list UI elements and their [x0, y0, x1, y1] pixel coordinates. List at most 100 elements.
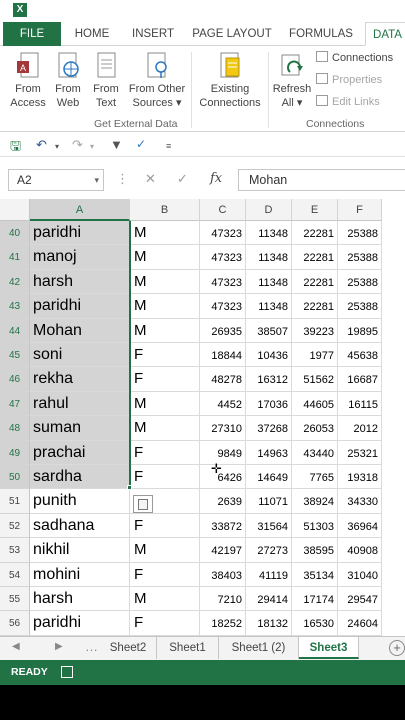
value-cell-c[interactable]: 33872 — [200, 513, 246, 539]
sheet-tab-sheet3[interactable]: Sheet3 — [299, 637, 359, 659]
value-cell-d[interactable]: 11348 — [246, 221, 292, 246]
from-web-button[interactable]: From Web — [51, 52, 85, 110]
value-cell-c[interactable]: 47323 — [200, 294, 246, 319]
name-cell[interactable]: paridhi — [30, 294, 130, 319]
value-cell-e[interactable]: 22281 — [292, 221, 338, 246]
edit-links-button[interactable]: Edit Links — [316, 94, 380, 110]
value-cell-e[interactable]: 38924 — [292, 489, 338, 514]
value-cell-f[interactable]: 25388 — [338, 294, 382, 319]
save-icon[interactable]: 🖫 — [10, 137, 21, 159]
undo-dropdown-icon[interactable]: ▾ — [55, 142, 59, 151]
name-cell[interactable]: Mohan — [30, 318, 130, 343]
value-cell-d[interactable]: 11348 — [246, 245, 292, 270]
value-cell-f[interactable]: 25388 — [338, 245, 382, 270]
gender-cell[interactable]: M — [130, 538, 200, 563]
tab-insert[interactable]: INSERT — [127, 22, 179, 46]
value-cell-c[interactable]: 27310 — [200, 416, 246, 441]
value-cell-f[interactable]: 16687 — [338, 367, 382, 392]
name-cell[interactable]: sardha — [30, 465, 130, 490]
value-cell-d[interactable]: 27273 — [246, 538, 292, 563]
value-cell-d[interactable]: 17036 — [246, 391, 292, 417]
value-cell-d[interactable]: 14649 — [246, 465, 292, 490]
row-number[interactable]: 52 — [0, 513, 30, 539]
tab-data[interactable]: DATA — [365, 22, 405, 46]
value-cell-c[interactable]: 4452 — [200, 391, 246, 417]
value-cell-f[interactable]: 16115 — [338, 391, 382, 417]
row-number[interactable]: 46 — [0, 367, 30, 392]
gender-cell[interactable]: M — [130, 269, 200, 295]
value-cell-f[interactable]: 29547 — [338, 587, 382, 612]
fill-handle[interactable] — [127, 485, 132, 490]
row-number[interactable]: 50 — [0, 465, 30, 490]
value-cell-e[interactable]: 35134 — [292, 562, 338, 587]
value-cell-d[interactable]: 11348 — [246, 294, 292, 319]
value-cell-f[interactable]: 40908 — [338, 538, 382, 563]
value-cell-e[interactable]: 39223 — [292, 318, 338, 343]
value-cell-d[interactable]: 29414 — [246, 587, 292, 612]
row-number[interactable]: 41 — [0, 245, 30, 270]
value-cell-f[interactable]: 45638 — [338, 343, 382, 368]
gender-cell[interactable]: F — [130, 465, 200, 490]
name-cell[interactable]: rahul — [30, 391, 130, 417]
value-cell-d[interactable]: 11071 — [246, 489, 292, 514]
value-cell-f[interactable]: 25321 — [338, 440, 382, 465]
value-cell-f[interactable]: 2012 — [338, 416, 382, 441]
value-cell-d[interactable]: 10436 — [246, 343, 292, 368]
value-cell-f[interactable]: 24604 — [338, 611, 382, 636]
value-cell-e[interactable]: 43440 — [292, 440, 338, 465]
row-number[interactable]: 56 — [0, 611, 30, 636]
value-cell-e[interactable]: 51562 — [292, 367, 338, 392]
cancel-icon[interactable]: ✕ — [145, 171, 156, 187]
gender-cell[interactable]: F — [130, 343, 200, 368]
value-cell-d[interactable]: 37268 — [246, 416, 292, 441]
formula-input[interactable]: Mohan — [238, 169, 405, 191]
gender-cell[interactable]: F — [130, 367, 200, 392]
connections-button[interactable]: Connections — [316, 50, 393, 66]
value-cell-f[interactable]: 19895 — [338, 318, 382, 343]
column-header-f[interactable]: F — [338, 199, 382, 221]
value-cell-c[interactable]: 38403 — [200, 562, 246, 587]
value-cell-c[interactable]: 18844 — [200, 343, 246, 368]
sheet-tab-sheet1[interactable]: Sheet1 — [157, 637, 219, 659]
scroll-left-icon[interactable]: ◀ — [12, 641, 20, 652]
tab-home[interactable]: HOME — [68, 22, 116, 46]
value-cell-d[interactable]: 31564 — [246, 513, 292, 539]
value-cell-c[interactable]: 48278 — [200, 367, 246, 392]
column-header-c[interactable]: C — [200, 199, 246, 221]
existing-connections-button[interactable]: Existing Connections — [196, 52, 264, 110]
value-cell-e[interactable]: 38595 — [292, 538, 338, 563]
name-cell[interactable]: rekha — [30, 367, 130, 392]
insert-function-icon[interactable]: fx — [210, 171, 222, 186]
enter-icon[interactable]: ✓ — [177, 171, 188, 187]
spelling-icon[interactable]: ✓ — [136, 137, 146, 151]
value-cell-c[interactable]: 7210 — [200, 587, 246, 612]
gender-cell[interactable]: F — [130, 440, 200, 465]
name-cell[interactable]: harsh — [30, 269, 130, 295]
value-cell-d[interactable]: 38507 — [246, 318, 292, 343]
name-cell[interactable]: nikhil — [30, 538, 130, 563]
gender-cell[interactable]: M — [130, 416, 200, 441]
sheet-tab-sheet2[interactable]: Sheet2 — [100, 637, 157, 659]
row-number[interactable]: 54 — [0, 562, 30, 587]
macro-record-icon[interactable] — [61, 666, 73, 678]
tab-formulas[interactable]: FORMULAS — [285, 22, 357, 46]
row-number[interactable]: 48 — [0, 416, 30, 441]
name-cell[interactable]: prachai — [30, 440, 130, 465]
value-cell-e[interactable]: 22281 — [292, 245, 338, 270]
gender-cell[interactable]: M — [130, 318, 200, 343]
name-cell[interactable]: manoj — [30, 245, 130, 270]
value-cell-f[interactable]: 19318 — [338, 465, 382, 490]
value-cell-c[interactable]: 47323 — [200, 269, 246, 295]
name-cell[interactable]: paridhi — [30, 611, 130, 636]
row-number[interactable]: 43 — [0, 294, 30, 319]
sheet-tab-sheet1-2[interactable]: Sheet1 (2) — [219, 637, 299, 659]
gender-cell[interactable]: M — [130, 221, 200, 246]
value-cell-c[interactable]: 2639 — [200, 489, 246, 514]
column-header-e[interactable]: E — [292, 199, 338, 221]
gender-cell[interactable]: M — [130, 294, 200, 319]
value-cell-d[interactable]: 18132 — [246, 611, 292, 636]
value-cell-d[interactable]: 16312 — [246, 367, 292, 392]
row-number[interactable]: 55 — [0, 587, 30, 612]
row-number[interactable]: 42 — [0, 269, 30, 295]
redo-dropdown-icon[interactable]: ▾ — [90, 142, 94, 151]
